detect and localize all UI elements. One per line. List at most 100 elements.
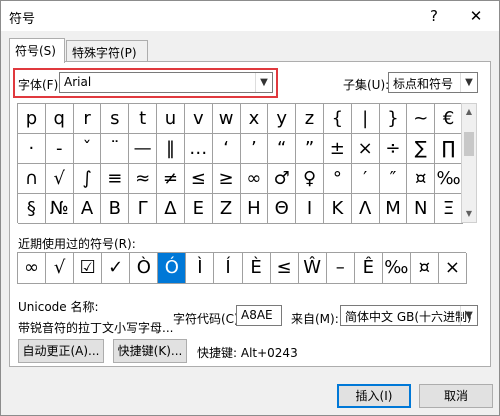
from-combobox[interactable]: 简体中文 GB(十六进制) ▼ [340,305,478,326]
symbol-cell[interactable]: ‘ [212,134,241,164]
symbol-cell[interactable]: × [351,134,380,164]
symbol-cell[interactable]: ’ [240,134,269,164]
recent-symbol-cell[interactable]: × [438,253,467,284]
symbol-cell[interactable]: ~ [407,104,436,134]
symbol-cell[interactable]: ° [323,164,352,194]
chevron-down-icon[interactable]: ▼ [460,73,477,92]
insert-button[interactable]: 插入(I) [337,384,411,408]
close-button[interactable]: ✕ [465,5,487,27]
symbol-cell[interactable]: ÷ [379,134,408,164]
symbol-cell[interactable]: § [18,194,46,224]
chevron-down-icon[interactable]: ▼ [460,306,477,325]
symbol-cell[interactable]: Β [101,194,130,224]
recent-symbol-cell[interactable]: Ê [354,253,383,284]
scroll-up-icon[interactable]: ▲ [462,105,476,119]
symbol-cell[interactable]: Ζ [212,194,241,224]
symbol-cell[interactable]: { [323,104,352,134]
recent-symbol-cell[interactable]: ‰ [382,253,411,284]
symbol-cell[interactable]: ∑ [407,134,436,164]
recent-symbol-cell[interactable]: Ó [158,253,187,284]
symbol-cell[interactable]: … [184,134,213,164]
symbol-cell[interactable]: Α [73,194,102,224]
symbol-cell[interactable]: ≡ [101,164,130,194]
symbol-cell[interactable]: Ι [296,194,324,224]
symbol-cell[interactable]: s [101,104,130,134]
symbol-cell[interactable]: q [45,104,74,134]
shortcut-key-button[interactable]: 快捷键(K)... [113,339,187,363]
symbol-cell[interactable]: № [45,194,74,224]
scroll-down-icon[interactable]: ▼ [462,207,476,221]
recent-symbol-cell[interactable]: Ŵ [298,253,327,284]
symbol-cell[interactable]: ± [323,134,352,164]
symbol-cell[interactable]: ” [296,134,324,164]
from-value: 简体中文 GB(十六进制) [345,310,472,324]
symbol-cell[interactable]: p [18,104,46,134]
from-label: 来自(M): [291,312,339,326]
symbol-cell[interactable]: ∞ [240,164,269,194]
char-code-input[interactable]: A8AE [236,305,282,326]
symbol-grid-scrollbar[interactable]: ▲ ▼ [461,103,477,223]
symbol-cell[interactable]: Μ [379,194,408,224]
recent-symbol-cell[interactable]: Ì [186,253,215,284]
symbol-cell[interactable]: ¨ [101,134,130,164]
symbol-cell[interactable]: Γ [129,194,158,224]
symbol-cell[interactable]: ‰ [435,164,463,194]
symbol-cell[interactable]: ″ [379,164,408,194]
symbol-cell[interactable]: ≈ [129,164,158,194]
tab-special-characters[interactable]: 特殊字符(P) [66,40,148,62]
symbol-cell[interactable]: · [18,134,46,164]
symbol-cell[interactable]: Ξ [435,194,463,224]
recent-symbol-cell[interactable]: – [326,253,355,284]
recent-symbol-cell[interactable]: ☑ [74,253,103,284]
symbol-cell[interactable]: r [73,104,102,134]
symbol-cell[interactable]: “ [268,134,297,164]
symbol-cell[interactable]: Η [240,194,269,224]
recent-symbol-cell[interactable]: ≤ [270,253,299,284]
symbol-cell[interactable]: ♂ [268,164,297,194]
symbol-cell[interactable]: w [212,104,241,134]
recent-symbol-cell[interactable]: ∞ [18,253,47,284]
symbol-cell[interactable]: ∫ [73,164,102,194]
symbol-cell[interactable]: ♀ [296,164,324,194]
symbol-cell[interactable]: v [184,104,213,134]
symbol-cell[interactable]: y [268,104,297,134]
recent-symbol-cell[interactable]: Í [214,253,243,284]
symbol-cell[interactable]: ≤ [184,164,213,194]
help-button[interactable]: ? [423,5,445,27]
symbol-cell[interactable]: ≥ [212,164,241,194]
recent-symbol-cell[interactable]: È [242,253,271,284]
symbol-cell[interactable]: | [351,104,380,134]
cancel-button[interactable]: 取消 [419,384,493,408]
symbol-cell[interactable]: — [129,134,158,164]
recent-symbols: ∞ √ ☑ ✓ Ò Ó Ì Í È ≤ Ŵ – Ê ‰ ¤ × [17,252,467,284]
symbol-cell[interactable]: z [296,104,324,134]
symbol-cell[interactable]: ˇ [73,134,102,164]
symbol-cell[interactable]: t [129,104,158,134]
symbol-cell[interactable]: Κ [323,194,352,224]
recent-symbol-cell[interactable]: √ [46,253,75,284]
symbol-cell[interactable]: Λ [351,194,380,224]
tab-symbols[interactable]: 符号(S) [9,38,65,63]
subset-combobox[interactable]: 标点和符号 ▼ [388,72,478,93]
symbol-cell[interactable]: ¤ [407,164,436,194]
recent-symbol-cell[interactable]: Ò [130,253,159,284]
symbol-cell[interactable]: ‖ [157,134,185,164]
recent-symbol-cell[interactable]: ¤ [410,253,439,284]
symbol-cell[interactable]: ‐ [45,134,74,164]
symbol-cell[interactable]: } [379,104,408,134]
symbol-cell[interactable]: Ε [184,194,213,224]
scroll-thumb[interactable] [464,132,474,156]
symbol-cell[interactable]: √ [45,164,74,194]
symbol-cell[interactable]: ∏ [435,134,463,164]
recent-symbol-cell[interactable]: ✓ [102,253,131,284]
symbol-cell[interactable]: Θ [268,194,297,224]
autocorrect-button[interactable]: 自动更正(A)... [18,339,104,363]
symbol-cell[interactable]: ′ [351,164,380,194]
symbol-cell[interactable]: x [240,104,269,134]
symbol-cell[interactable]: ≠ [157,164,185,194]
symbol-cell[interactable]: Δ [157,194,185,224]
symbol-cell[interactable]: Ν [407,194,436,224]
symbol-cell[interactable]: € [435,104,463,134]
symbol-cell[interactable]: u [157,104,185,134]
symbol-cell[interactable]: ∩ [18,164,46,194]
